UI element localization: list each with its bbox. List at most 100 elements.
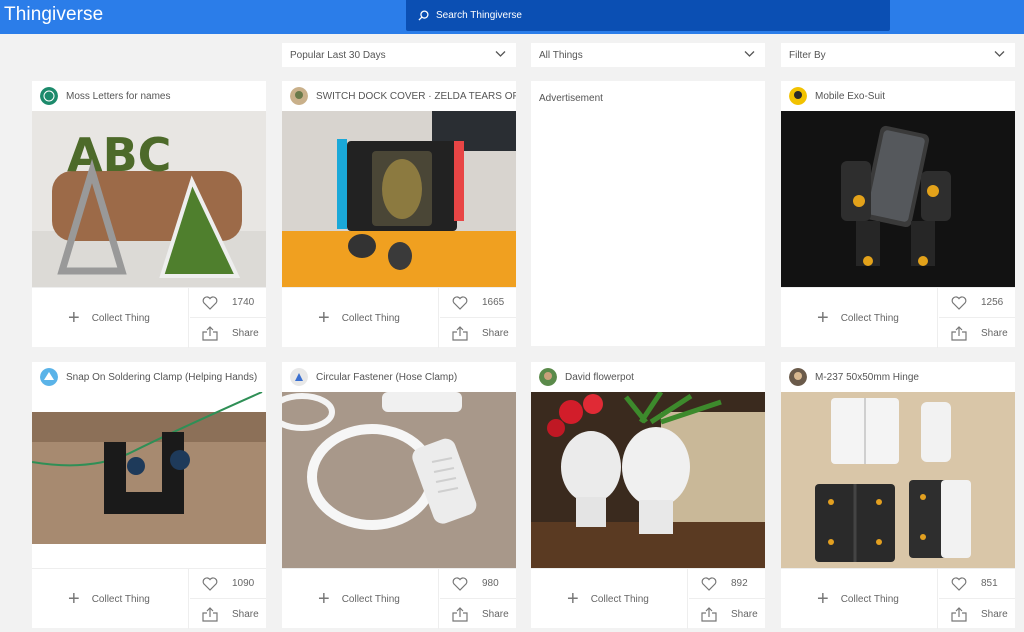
share-button[interactable]: Share [939,599,1015,629]
collect-thing-button[interactable]: + Collect Thing [282,288,439,348]
soldering-clamp-image [32,392,266,568]
like-button[interactable]: 1090 [190,569,266,599]
card-footer: + Collect Thing 980 Share [282,568,516,629]
david-flowerpot-image [531,392,765,568]
share-button[interactable]: Share [190,318,266,348]
like-count: 892 [731,578,748,589]
share-button[interactable]: Share [440,599,516,629]
share-icon [452,325,468,341]
plus-icon: + [68,588,80,610]
card-title: Mobile Exo-Suit [815,90,886,102]
filter-by-dropdown-value: Filter By [789,49,826,61]
plus-icon: + [318,588,330,610]
plus-icon: + [567,588,579,610]
collect-thing-button[interactable]: + Collect Thing [32,288,189,348]
collect-label: Collect Thing [840,312,899,324]
like-count: 1740 [232,297,255,308]
card-header[interactable]: Circular Fastener (Hose Clamp) [282,362,516,392]
category-dropdown-value: All Things [539,49,583,61]
avatar [290,87,308,105]
advertisement-slot: Advertisement [531,81,765,346]
avatar [40,87,58,105]
card-header[interactable]: SWITCH DOCK COVER · ZELDA TEARS OF T... [282,81,516,111]
advertisement-label: Advertisement [539,93,603,104]
collect-thing-button[interactable]: + Collect Thing [32,569,189,629]
card-header[interactable]: Moss Letters for names [32,81,266,111]
share-label: Share [232,608,259,620]
thing-card[interactable]: Circular Fastener (Hose Clamp) + Collect … [282,362,516,629]
card-footer: + Collect Thing 1090 Share [32,568,266,629]
avatar [290,368,308,386]
thingiverse-logo[interactable]: Thingiverse [4,4,103,26]
share-button[interactable]: Share [440,318,516,348]
thing-card[interactable]: Mobile Exo-Suit + Collect Thing 1256 Shar… [781,81,1015,348]
like-count: 980 [482,578,499,589]
plus-icon: + [318,307,330,329]
card-header[interactable]: Snap On Soldering Clamp (Helping Hands) [32,362,266,392]
card-header[interactable]: M-237 50x50mm Hinge [781,362,1015,392]
exo-suit-image [781,111,1015,287]
share-label: Share [981,608,1008,620]
like-button[interactable]: 851 [939,569,1015,599]
thing-thumbnail[interactable] [531,392,765,568]
card-footer: + Collect Thing 1740 Share [32,287,266,348]
card-footer: + Collect Thing 1256 Share [781,287,1015,348]
thing-thumbnail[interactable] [781,111,1015,287]
filter-by-dropdown[interactable]: Filter By [781,43,1015,67]
share-icon [951,325,967,341]
thing-card[interactable]: M-237 50x50mm Hinge + Collect Thing 851 S… [781,362,1015,629]
avatar [789,368,807,386]
moss-letters-image: ABC [32,111,266,287]
thing-thumbnail[interactable] [32,392,266,568]
like-count: 851 [981,578,998,589]
share-button[interactable]: Share [190,599,266,629]
thing-thumbnail[interactable]: ABC [32,111,266,287]
card-header[interactable]: Mobile Exo-Suit [781,81,1015,111]
like-button[interactable]: 892 [689,569,765,599]
chevron-down-icon [744,51,755,57]
like-count: 1665 [482,297,505,308]
like-button[interactable]: 980 [440,569,516,599]
share-icon [701,606,717,622]
share-icon [202,325,218,341]
card-title: Circular Fastener (Hose Clamp) [316,371,458,383]
thing-thumbnail[interactable] [282,111,516,287]
collect-label: Collect Thing [91,593,150,605]
category-dropdown[interactable]: All Things [531,43,765,67]
thing-thumbnail[interactable] [781,392,1015,568]
sort-dropdown[interactable]: Popular Last 30 Days [282,43,516,67]
thing-card[interactable]: Snap On Soldering Clamp (Helping Hands) … [32,362,266,629]
collect-thing-button[interactable]: + Collect Thing [282,569,439,629]
thing-card[interactable]: Moss Letters for names ABC + Collect Thin… [32,81,266,348]
share-button[interactable]: Share [689,599,765,629]
collect-thing-button[interactable]: + Collect Thing [781,288,938,348]
search-bar[interactable]: Search Thingiverse [406,0,890,31]
like-button[interactable]: 1256 [939,288,1015,318]
share-label: Share [482,608,509,620]
card-header[interactable]: David flowerpot [531,362,765,392]
chevron-down-icon [495,51,506,57]
card-footer: + Collect Thing 851 Share [781,568,1015,629]
thing-card[interactable]: David flowerpot + Collect Thing 892 Share [531,362,765,629]
thing-card[interactable]: SWITCH DOCK COVER · ZELDA TEARS OF T... … [282,81,516,348]
avatar [789,87,807,105]
heart-icon [951,295,967,310]
share-icon [202,606,218,622]
avatar [40,368,58,386]
like-button[interactable]: 1665 [440,288,516,318]
heart-icon [951,576,967,591]
card-title: David flowerpot [565,371,634,383]
collect-thing-button[interactable]: + Collect Thing [531,569,688,629]
share-button[interactable]: Share [939,318,1015,348]
hinge-image [781,392,1015,568]
search-placeholder: Search Thingiverse [436,10,522,21]
like-count: 1256 [981,297,1004,308]
collect-label: Collect Thing [91,312,150,324]
heart-icon [701,576,717,591]
collect-label: Collect Thing [341,593,400,605]
like-count: 1090 [232,578,255,589]
avatar [539,368,557,386]
like-button[interactable]: 1740 [190,288,266,318]
thing-thumbnail[interactable] [282,392,516,568]
collect-thing-button[interactable]: + Collect Thing [781,569,938,629]
